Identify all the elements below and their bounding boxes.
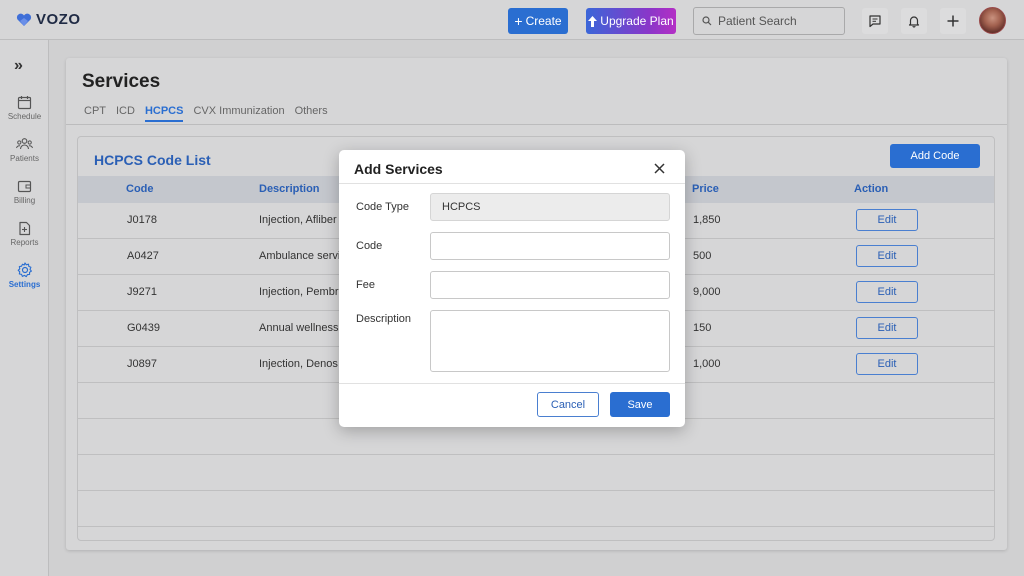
arrow-up-icon — [588, 15, 598, 27]
sidebar-item-billing[interactable]: Billing — [0, 179, 49, 205]
patient-search-input[interactable] — [718, 14, 838, 28]
description-cell: Injection, Afliber — [259, 214, 337, 226]
fee-field[interactable] — [430, 271, 670, 299]
price-cell: 1,850 — [693, 214, 721, 226]
bell-icon — [908, 16, 920, 28]
add-button[interactable] — [940, 8, 966, 34]
edit-button[interactable]: Edit — [856, 245, 918, 267]
user-avatar[interactable] — [979, 7, 1006, 34]
logo[interactable]: VOZO — [16, 11, 81, 28]
price-cell: 1,000 — [693, 358, 721, 370]
edit-button[interactable]: Edit — [856, 209, 918, 231]
sidebar-item-schedule[interactable]: Schedule — [0, 95, 49, 121]
code-type-field[interactable] — [430, 193, 670, 221]
code-cell: G0439 — [127, 322, 161, 334]
search-icon — [702, 16, 712, 26]
service-tabs: CPT ICD HCPCS CVX Immunization Others — [84, 105, 328, 122]
create-button[interactable]: + Create — [508, 8, 568, 34]
empty-table-row — [78, 491, 994, 527]
column-header-code: Code — [126, 183, 154, 195]
modal-title: Add Services — [354, 161, 443, 177]
cancel-button[interactable]: Cancel — [537, 392, 599, 417]
sidebar-item-label: Schedule — [7, 112, 42, 121]
upgrade-plan-label: Upgrade Plan — [600, 14, 674, 28]
create-label: Create — [525, 14, 562, 28]
column-header-price: Price — [692, 183, 719, 195]
fee-label: Fee — [356, 279, 375, 291]
tab-cpt[interactable]: CPT — [84, 105, 106, 122]
patient-search-box[interactable] — [693, 7, 845, 35]
column-header-action: Action — [854, 183, 889, 195]
plus-icon: + — [514, 13, 523, 29]
add-services-modal: Add Services Code Type Code Fee Descript… — [339, 150, 685, 427]
price-cell: 9,000 — [693, 286, 721, 298]
description-cell: Annual wellness — [259, 322, 339, 334]
description-cell: Injection, Denos — [259, 358, 338, 370]
sidebar-item-settings[interactable]: Settings — [0, 262, 49, 289]
tab-hcpcs[interactable]: HCPCS — [144, 105, 184, 122]
code-cell: A0427 — [127, 250, 159, 262]
edit-button[interactable]: Edit — [856, 317, 918, 339]
notifications-button[interactable] — [901, 8, 927, 34]
description-cell: Injection, Pembr — [259, 286, 339, 298]
tab-cvx-immunization[interactable]: CVX Immunization — [193, 105, 284, 122]
messages-button[interactable] — [862, 8, 888, 34]
modal-footer-divider — [339, 383, 685, 384]
edit-button[interactable]: Edit — [856, 281, 918, 303]
message-icon — [869, 15, 881, 28]
upgrade-plan-button[interactable]: Upgrade Plan — [586, 8, 676, 34]
sidebar-item-patients[interactable]: Patients — [0, 137, 49, 163]
column-header-description: Description — [259, 183, 320, 195]
sidebar-item-label: Patients — [10, 154, 39, 163]
heart-logo-icon — [16, 13, 32, 26]
close-icon — [653, 162, 665, 174]
sidebar-item-label: Settings — [8, 280, 41, 289]
patients-icon — [16, 138, 33, 150]
report-icon — [19, 221, 31, 236]
brand-name: VOZO — [36, 11, 81, 28]
tab-icd[interactable]: ICD — [116, 105, 135, 122]
sidebar-item-reports[interactable]: Reports — [0, 221, 49, 247]
calendar-icon — [17, 96, 32, 110]
code-field[interactable] — [430, 232, 670, 260]
modal-header: Add Services — [339, 150, 685, 184]
page-title: Services — [82, 71, 161, 92]
expand-sidebar-icon[interactable]: » — [14, 57, 23, 75]
description-field[interactable] — [430, 310, 670, 372]
gear-icon — [17, 262, 32, 278]
tab-others[interactable]: Others — [295, 105, 328, 122]
code-cell: J0897 — [127, 358, 157, 370]
empty-table-row — [78, 455, 994, 491]
sidebar-item-label: Billing — [13, 196, 36, 205]
price-cell: 500 — [693, 250, 712, 262]
sidebar: » Schedule Patients Billing Reports Sett… — [0, 40, 49, 576]
sidebar-item-label: Reports — [10, 238, 39, 247]
code-label: Code — [356, 240, 383, 252]
code-cell: J0178 — [127, 214, 157, 226]
list-title: HCPCS Code List — [94, 152, 211, 168]
tabs-divider — [66, 124, 1007, 125]
description-label: Description — [356, 313, 412, 325]
description-cell: Ambulance servi — [259, 250, 341, 262]
price-cell: 150 — [693, 322, 712, 334]
add-code-button[interactable]: Add Code — [890, 144, 980, 168]
save-button[interactable]: Save — [610, 392, 670, 417]
code-cell: J9271 — [127, 286, 157, 298]
edit-button[interactable]: Edit — [856, 353, 918, 375]
close-button[interactable] — [651, 160, 667, 176]
wallet-icon — [17, 180, 32, 193]
plus-icon — [947, 15, 959, 27]
code-type-label: Code Type — [356, 201, 410, 213]
top-bar: VOZO + Create Upgrade Plan — [0, 0, 1024, 40]
